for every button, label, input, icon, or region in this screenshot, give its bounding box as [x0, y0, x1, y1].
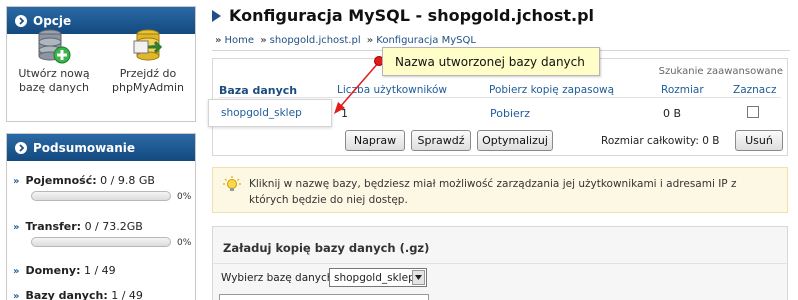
page-title-row: Konfiguracja MySQL - shopgold.jchost.pl: [212, 6, 594, 25]
breadcrumb-home[interactable]: Home: [224, 35, 254, 46]
transfer-progress-bar: [31, 237, 171, 247]
stat-transfer-label: Transfer:: [25, 220, 82, 233]
col-header-database[interactable]: Baza danych: [219, 84, 297, 97]
repair-button[interactable]: Napraw: [345, 130, 405, 151]
stat-domains-value: 1 / 49: [83, 264, 116, 277]
database-name-link[interactable]: shopgold_sklep: [208, 99, 332, 127]
delete-button[interactable]: Usuń: [735, 130, 783, 151]
chevron-right-icon: [15, 141, 27, 154]
create-database-label-2: bazę danych: [19, 81, 89, 94]
info-box: Kliknij w nazwę bazy, będziesz miał możl…: [212, 167, 788, 213]
check-button[interactable]: Sprawdź: [411, 130, 471, 151]
phpmyadmin-icon: [133, 29, 163, 61]
upload-title: Załaduj kopię bazy danych (.gz): [223, 241, 430, 255]
storage-progress-bar: [31, 191, 171, 201]
stat-domains-label: Domeny:: [25, 264, 81, 277]
breadcrumb-separator: »: [260, 35, 267, 46]
breadcrumb: » Home » shopgold.jchost.pl » Konfiguracja …: [212, 35, 476, 46]
options-panel: Opcje Utwórz nową bazę danych Przejdź do…: [6, 6, 196, 122]
col-header-backup[interactable]: Pobierz kopię zapasową: [489, 84, 614, 96]
upload-divider: [213, 263, 787, 264]
stat-databases-value: 1 / 49: [111, 289, 143, 300]
select-checkbox[interactable]: [747, 106, 759, 118]
double-chevron-icon: »: [13, 266, 20, 277]
phpmyadmin-label-1: Przejdź do: [119, 67, 177, 80]
stat-databases: » Bazy danych: 1 / 49: [13, 289, 143, 300]
database-add-icon: [38, 29, 71, 64]
breadcrumb-separator: »: [215, 35, 222, 46]
col-header-users[interactable]: Liczba użytkowników: [337, 84, 447, 96]
phpmyadmin-label-2: phpMyAdmin: [112, 81, 184, 94]
database-select[interactable]: shopgold_sklep: [329, 268, 427, 287]
double-chevron-icon: »: [13, 176, 20, 187]
advanced-search-link[interactable]: Szukanie zaawansowane: [659, 66, 783, 77]
breadcrumb-current[interactable]: Konfiguracja MySQL: [376, 35, 476, 46]
optimize-button[interactable]: Optymalizuj: [477, 130, 553, 151]
total-size: Rozmiar całkowity: 0 B: [601, 135, 720, 147]
summary-panel-title: Podsumowanie: [33, 140, 136, 155]
storage-percent: 0%: [177, 192, 192, 202]
download-backup-link[interactable]: Pobierz: [490, 107, 530, 120]
stat-transfer: » Transfer: 0 / 73.2GB: [13, 220, 143, 233]
breadcrumb-domain[interactable]: shopgold.jchost.pl: [270, 35, 361, 46]
stat-domains: » Domeny: 1 / 49: [13, 264, 116, 277]
stat-databases-label: Bazy danych:: [25, 289, 108, 300]
database-size: 0 B: [663, 107, 682, 120]
header-divider: [219, 97, 781, 98]
options-panel-title: Opcje: [33, 13, 72, 28]
chevron-right-icon: [15, 14, 27, 27]
callout-tooltip: Nazwa utworzonej bazy danych: [382, 47, 600, 76]
transfer-percent: 0%: [177, 238, 192, 248]
summary-panel-header: Podsumowanie: [7, 134, 195, 161]
double-chevron-icon: »: [13, 291, 20, 300]
info-text: Kliknij w nazwę bazy, będziesz miał możl…: [249, 178, 737, 206]
summary-panel: Podsumowanie » Pojemność: 0 / 9.8 GB 0% »…: [6, 133, 196, 300]
chevron-down-icon: [412, 270, 425, 285]
create-database-label-1: Utwórz nową: [18, 67, 90, 80]
stat-transfer-value: 0 / 73.2GB: [84, 220, 143, 233]
database-select-value: shopgold_sklep: [334, 271, 415, 284]
database-users-count: 1: [341, 107, 348, 120]
col-header-size[interactable]: Rozmiar: [661, 84, 704, 96]
upload-backup-section: Załaduj kopię bazy danych (.gz) Wybierz …: [212, 226, 788, 300]
select-database-label: Wybierz bazę danych:: [221, 272, 337, 284]
stat-storage: » Pojemność: 0 / 9.8 GB: [13, 174, 155, 187]
create-database-button[interactable]: Utwórz nową bazę danych: [13, 27, 95, 95]
page-title: Konfiguracja MySQL - shopgold.jchost.pl: [229, 6, 595, 25]
title-arrow-icon: [212, 9, 221, 22]
file-input[interactable]: [219, 294, 429, 300]
stat-storage-value: 0 / 9.8 GB: [100, 174, 155, 187]
breadcrumb-separator: »: [366, 35, 374, 46]
col-header-select[interactable]: Zaznacz: [733, 84, 777, 96]
double-chevron-icon: »: [13, 222, 20, 233]
lightbulb-icon: [223, 176, 241, 199]
phpmyadmin-button[interactable]: Przejdź do phpMyAdmin: [103, 27, 193, 95]
stat-storage-label: Pojemność:: [25, 174, 97, 187]
